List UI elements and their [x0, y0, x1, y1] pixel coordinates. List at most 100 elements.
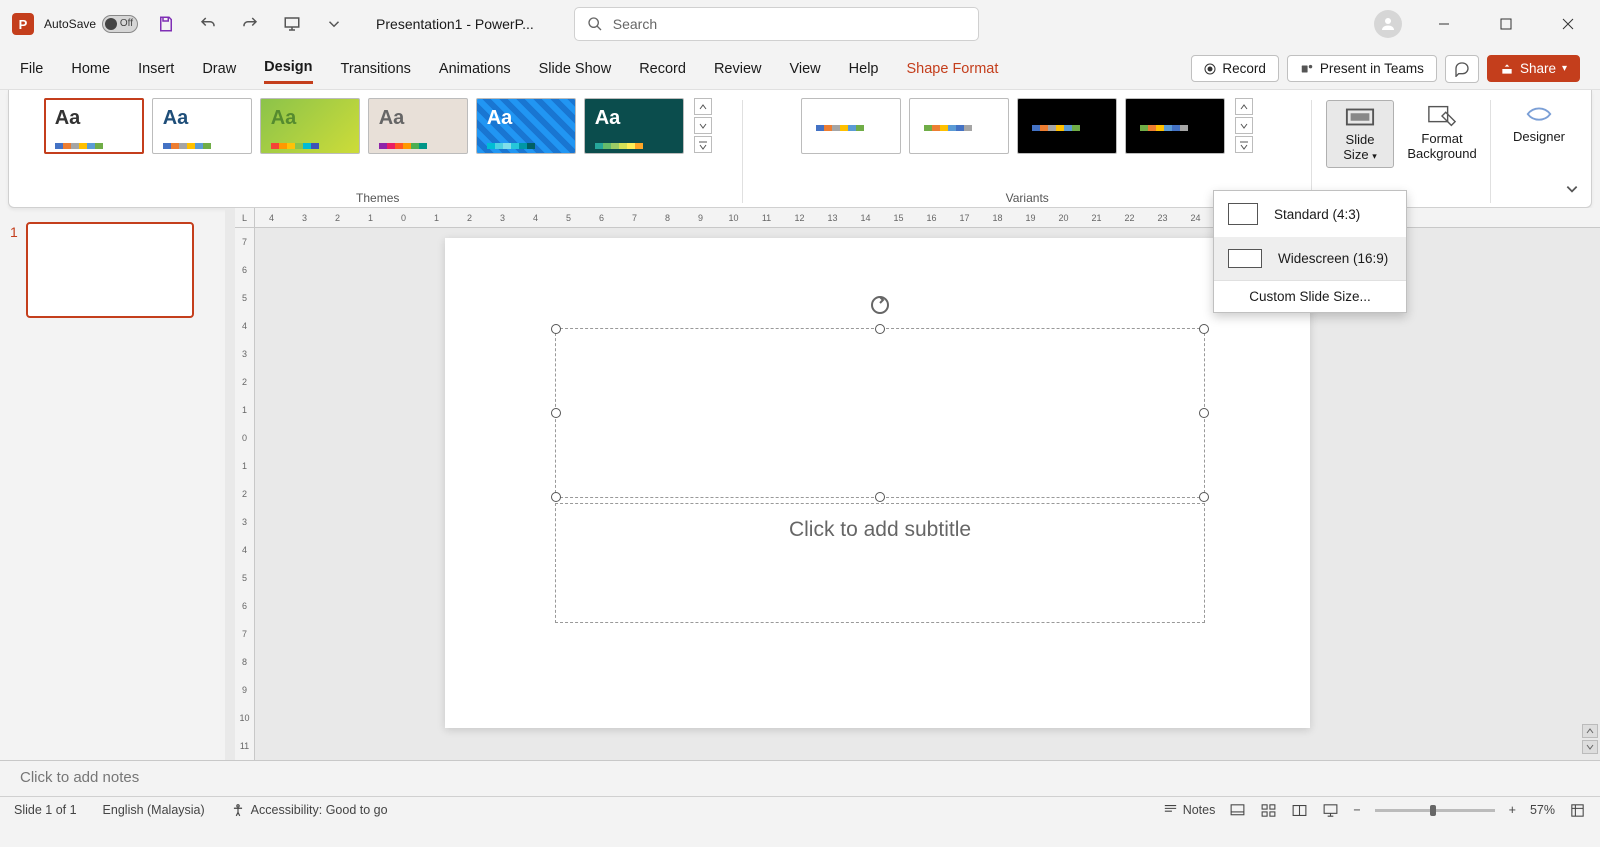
slide-size-standard[interactable]: Standard (4:3) — [1214, 191, 1406, 237]
search-icon — [587, 16, 603, 32]
resize-handle[interactable] — [551, 408, 561, 418]
share-button[interactable]: Share▾ — [1487, 55, 1580, 82]
theme-item[interactable]: Aa — [260, 98, 360, 154]
titlebar: P AutoSave Off Presentation1 - PowerP...… — [0, 0, 1600, 48]
ribbon-collapse-button[interactable] — [1565, 182, 1579, 199]
tab-animations[interactable]: Animations — [439, 55, 511, 83]
tab-design[interactable]: Design — [264, 53, 312, 84]
slide-thumbnail[interactable] — [26, 222, 194, 318]
teams-icon — [1300, 62, 1314, 76]
tab-draw[interactable]: Draw — [202, 55, 236, 83]
qat-more-button[interactable] — [320, 10, 348, 38]
tab-insert[interactable]: Insert — [138, 55, 174, 83]
tab-shape-format[interactable]: Shape Format — [906, 55, 998, 83]
scroll-up[interactable] — [1582, 724, 1598, 738]
resize-handle[interactable] — [551, 492, 561, 502]
resize-handle[interactable] — [875, 324, 885, 334]
subtitle-placeholder[interactable]: Click to add subtitle — [555, 503, 1205, 623]
resize-handle[interactable] — [1199, 492, 1209, 502]
variants-scroll-down[interactable] — [1235, 117, 1253, 134]
tab-review[interactable]: Review — [714, 55, 762, 83]
save-button[interactable] — [152, 10, 180, 38]
theme-item[interactable]: Aa — [152, 98, 252, 154]
rotate-handle[interactable] — [868, 293, 892, 320]
undo-button[interactable] — [194, 10, 222, 38]
aspect-4-3-icon — [1228, 203, 1258, 225]
themes-group: Aa Aa Aa Aa Aa Aa Themes — [19, 98, 736, 205]
comment-icon — [1454, 61, 1470, 77]
themes-scroll-down[interactable] — [694, 117, 712, 134]
search-input[interactable]: Search — [574, 7, 979, 41]
resize-handle[interactable] — [1199, 324, 1209, 334]
comments-button[interactable] — [1445, 55, 1479, 83]
tab-file[interactable]: File — [20, 55, 43, 83]
present-in-teams-button[interactable]: Present in Teams — [1287, 55, 1437, 82]
theme-item[interactable]: Aa — [584, 98, 684, 154]
variant-item[interactable] — [909, 98, 1009, 154]
slide-size-widescreen[interactable]: Widescreen (16:9) — [1214, 237, 1406, 280]
slideshow-button[interactable] — [278, 10, 306, 38]
tab-transitions[interactable]: Transitions — [341, 55, 411, 83]
zoom-slider[interactable] — [1375, 809, 1495, 812]
designer-icon — [1524, 102, 1554, 126]
customize-group: Slide Size ▾ Format Background — [1318, 98, 1484, 205]
notes-toggle[interactable]: Notes — [1162, 802, 1215, 819]
minimize-button[interactable] — [1424, 9, 1464, 39]
user-avatar[interactable] — [1374, 10, 1402, 38]
record-button[interactable]: Record — [1191, 55, 1279, 82]
normal-view-button[interactable] — [1229, 802, 1246, 819]
title-placeholder[interactable] — [555, 328, 1205, 498]
resize-handle[interactable] — [875, 492, 885, 502]
tab-record[interactable]: Record — [639, 55, 686, 83]
variant-item[interactable] — [1017, 98, 1117, 154]
aspect-16-9-icon — [1228, 249, 1262, 268]
share-icon — [1500, 62, 1514, 76]
variant-item[interactable] — [801, 98, 901, 154]
tab-help[interactable]: Help — [849, 55, 879, 83]
themes-more[interactable] — [694, 136, 712, 153]
zoom-out-button[interactable]: − — [1353, 803, 1360, 817]
variants-scroll-up[interactable] — [1235, 98, 1253, 115]
zoom-in-button[interactable]: + — [1509, 803, 1516, 817]
scroll-down[interactable] — [1582, 740, 1598, 754]
notes-pane[interactable]: Click to add notes — [0, 760, 1600, 796]
format-background-button[interactable]: Format Background — [1408, 100, 1476, 168]
theme-item[interactable]: Aa — [476, 98, 576, 154]
ruler-corner: L — [235, 208, 255, 228]
tab-home[interactable]: Home — [71, 55, 110, 83]
quick-access-toolbar — [152, 10, 348, 38]
fit-to-window-button[interactable] — [1569, 802, 1586, 819]
theme-office[interactable]: Aa — [44, 98, 144, 154]
slide-size-button[interactable]: Slide Size ▾ — [1326, 100, 1394, 168]
redo-button[interactable] — [236, 10, 264, 38]
vertical-scroll — [1582, 724, 1598, 754]
slide-size-menu: Standard (4:3) Widescreen (16:9) Custom … — [1213, 190, 1407, 313]
reading-view-button[interactable] — [1291, 802, 1308, 819]
slide-size-custom[interactable]: Custom Slide Size... — [1214, 281, 1406, 312]
slide-count: Slide 1 of 1 — [14, 803, 77, 817]
variant-item[interactable] — [1125, 98, 1225, 154]
tab-slideshow[interactable]: Slide Show — [539, 55, 612, 83]
autosave-label: AutoSave — [44, 17, 96, 31]
themes-label: Themes — [356, 191, 399, 205]
themes-scroll-up[interactable] — [694, 98, 712, 115]
theme-item[interactable]: Aa — [368, 98, 468, 154]
tab-view[interactable]: View — [789, 55, 820, 83]
app-icon: P — [12, 13, 34, 35]
record-icon — [1204, 63, 1216, 75]
variants-more[interactable] — [1235, 136, 1253, 153]
resize-handle[interactable] — [1199, 408, 1209, 418]
close-button[interactable] — [1548, 9, 1588, 39]
slide[interactable]: Click to add subtitle — [445, 238, 1310, 728]
resize-handle[interactable] — [551, 324, 561, 334]
format-bg-icon — [1427, 104, 1457, 128]
slideshow-view-button[interactable] — [1322, 802, 1339, 819]
language[interactable]: English (Malaysia) — [103, 803, 205, 817]
autosave: AutoSave Off — [44, 15, 138, 33]
designer-button[interactable]: Designer — [1505, 98, 1573, 149]
zoom-level[interactable]: 57% — [1530, 803, 1555, 817]
maximize-button[interactable] — [1486, 9, 1526, 39]
slide-sorter-button[interactable] — [1260, 802, 1277, 819]
accessibility-status[interactable]: Accessibility: Good to go — [231, 803, 388, 817]
autosave-toggle[interactable]: Off — [102, 15, 138, 33]
